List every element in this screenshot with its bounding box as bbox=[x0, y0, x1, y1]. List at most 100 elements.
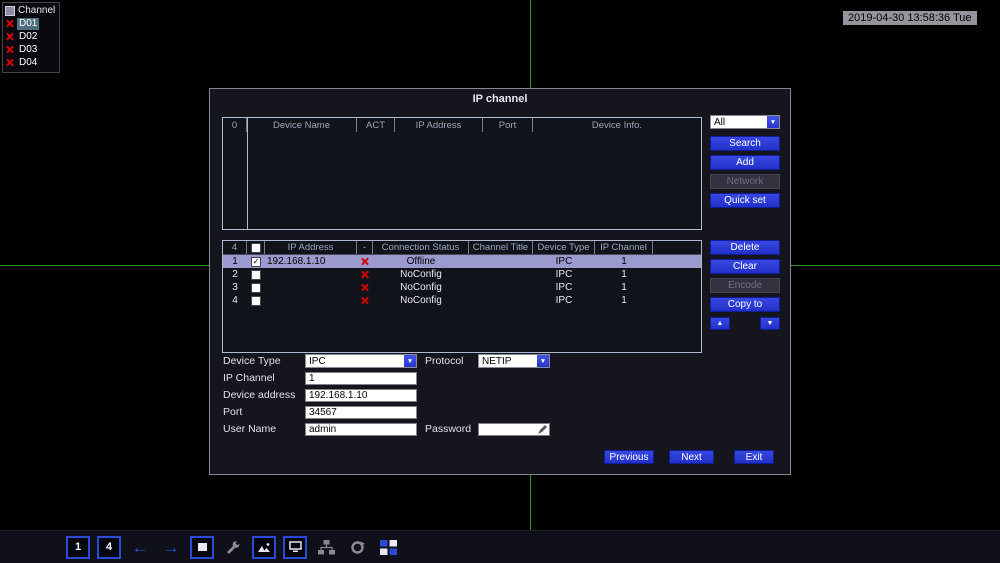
filter-dropdown[interactable]: All ▼ bbox=[710, 115, 780, 129]
password-edit-icon bbox=[538, 425, 547, 434]
col-header-index: 0 bbox=[223, 118, 247, 132]
device-type-label: Device Type bbox=[223, 355, 281, 367]
ip-channel-label: IP Channel bbox=[223, 372, 275, 384]
screen-icon bbox=[283, 535, 307, 559]
right-arrow-icon: → bbox=[162, 537, 180, 557]
ip-channel-dialog: IP channel 0 Device Name ACT IP Address … bbox=[209, 88, 791, 475]
channel-item-label: D04 bbox=[19, 56, 38, 68]
quad-screen-button[interactable]: 4 bbox=[97, 535, 121, 559]
row-number: 3 bbox=[232, 282, 238, 293]
offline-x-icon bbox=[6, 45, 14, 54]
device-row[interactable]: 2 NoConfig IPC 1 bbox=[223, 268, 701, 281]
checkbox-icon bbox=[251, 295, 261, 306]
clear-button[interactable]: Clear bbox=[710, 259, 780, 274]
offline-x-icon bbox=[6, 32, 14, 41]
channel-item-d01[interactable]: D01 bbox=[5, 17, 57, 30]
filter-dropdown-value: All bbox=[714, 116, 726, 128]
offline-x-icon bbox=[6, 58, 14, 67]
move-up-button[interactable]: ▲ bbox=[710, 317, 730, 330]
tools-button[interactable] bbox=[221, 535, 245, 559]
offline-x-icon bbox=[6, 19, 14, 28]
row-ip-channel: 1 bbox=[621, 282, 627, 293]
user-name-input[interactable] bbox=[305, 423, 417, 436]
add-button[interactable]: Add bbox=[710, 155, 780, 170]
col-header-port: Port bbox=[483, 118, 533, 132]
network-icon bbox=[317, 539, 335, 554]
checkbox-checked-icon: ✓ bbox=[251, 256, 261, 267]
col-header-device-type: Device Type bbox=[533, 241, 595, 254]
row-device-type: IPC bbox=[555, 295, 573, 306]
col-header-channel-title: Channel Title bbox=[469, 241, 533, 254]
device-type-value: IPC bbox=[309, 355, 326, 367]
device-type-dropdown[interactable]: IPC ▼ bbox=[305, 354, 417, 368]
protocol-label: Protocol bbox=[425, 355, 464, 367]
tools-icon bbox=[227, 541, 240, 554]
channel-item-d03[interactable]: D03 bbox=[5, 43, 57, 56]
col-header-ip-address: IP Address bbox=[265, 241, 357, 254]
channel-item-label: D02 bbox=[19, 30, 38, 42]
password-label: Password bbox=[425, 423, 472, 435]
col-header-device-info: Device Info. bbox=[591, 119, 643, 131]
col-header-status-icon: - bbox=[357, 241, 373, 254]
single-screen-button[interactable]: 1 bbox=[66, 535, 90, 559]
row-connection-status: NoConfig bbox=[400, 295, 442, 306]
device-row[interactable]: 4 NoConfig IPC 1 bbox=[223, 294, 701, 307]
next-channel-button[interactable]: → bbox=[159, 535, 183, 559]
col-header-act: ACT bbox=[357, 118, 395, 132]
previous-channel-button[interactable]: ← bbox=[128, 535, 152, 559]
ip-channel-input[interactable] bbox=[305, 372, 417, 385]
port-input[interactable] bbox=[305, 406, 417, 419]
network-button[interactable] bbox=[314, 535, 338, 559]
chevron-down-icon: ▼ bbox=[537, 355, 549, 367]
copy-to-button[interactable]: Copy to bbox=[710, 297, 780, 312]
device-address-label: Device address bbox=[223, 389, 296, 401]
multi-window-button[interactable] bbox=[376, 535, 400, 559]
grid-icon bbox=[379, 539, 397, 555]
left-arrow-icon: ← bbox=[131, 537, 149, 557]
device-row[interactable]: 3 NoConfig IPC 1 bbox=[223, 281, 701, 294]
channel-item-label: D03 bbox=[19, 43, 38, 55]
display-button[interactable] bbox=[283, 535, 307, 559]
row-checkbox[interactable] bbox=[247, 282, 265, 293]
rotate-icon bbox=[350, 540, 365, 554]
channel-panel-header: Channel bbox=[5, 4, 57, 17]
col-header-device-name: Device Name bbox=[247, 118, 357, 132]
row-ip-channel: 1 bbox=[621, 269, 627, 280]
single-screen-icon: 1 bbox=[66, 535, 90, 559]
device-row[interactable]: 1 ✓ 192.168.1.10 Offline IPC 1 bbox=[223, 255, 701, 268]
row-checkbox[interactable]: ✓ bbox=[247, 256, 265, 267]
channel-item-d04[interactable]: D04 bbox=[5, 56, 57, 69]
row-checkbox[interactable] bbox=[247, 295, 265, 306]
channel-panel-title: Channel bbox=[18, 5, 56, 16]
port-label: Port bbox=[223, 406, 243, 418]
checkbox-icon bbox=[250, 242, 261, 253]
channel-item-label: D01 bbox=[17, 17, 40, 30]
col-header-count: 4 bbox=[223, 241, 247, 254]
device-address-input[interactable] bbox=[305, 389, 417, 402]
protocol-dropdown[interactable]: NETIP ▼ bbox=[478, 354, 550, 368]
row-checkbox[interactable] bbox=[247, 269, 265, 280]
previous-button[interactable]: Previous bbox=[604, 450, 654, 464]
status-x-icon bbox=[357, 296, 373, 305]
exit-button[interactable]: Exit bbox=[734, 450, 774, 464]
search-button[interactable]: Search bbox=[710, 136, 780, 151]
status-x-icon bbox=[357, 257, 373, 266]
select-all-checkbox[interactable] bbox=[247, 241, 265, 254]
chevron-down-icon: ▼ bbox=[767, 116, 779, 128]
checkbox-icon bbox=[251, 282, 261, 293]
snapshot-button[interactable] bbox=[252, 535, 276, 559]
quick-set-button[interactable]: Quick set bbox=[710, 193, 780, 208]
tour-button[interactable] bbox=[345, 535, 369, 559]
next-button[interactable]: Next bbox=[669, 450, 714, 464]
user-name-label: User Name bbox=[223, 423, 277, 435]
move-down-button[interactable]: ▼ bbox=[760, 317, 780, 330]
channel-item-d02[interactable]: D02 bbox=[5, 30, 57, 43]
col-header-ip-channel: IP Channel bbox=[595, 241, 653, 254]
fullscreen-button[interactable] bbox=[190, 535, 214, 559]
status-x-icon bbox=[357, 283, 373, 292]
table-column-divider bbox=[247, 118, 248, 229]
status-x-icon bbox=[357, 270, 373, 279]
checkbox-icon bbox=[251, 269, 261, 280]
delete-button[interactable]: Delete bbox=[710, 240, 780, 255]
dialog-title: IP channel bbox=[472, 93, 528, 105]
